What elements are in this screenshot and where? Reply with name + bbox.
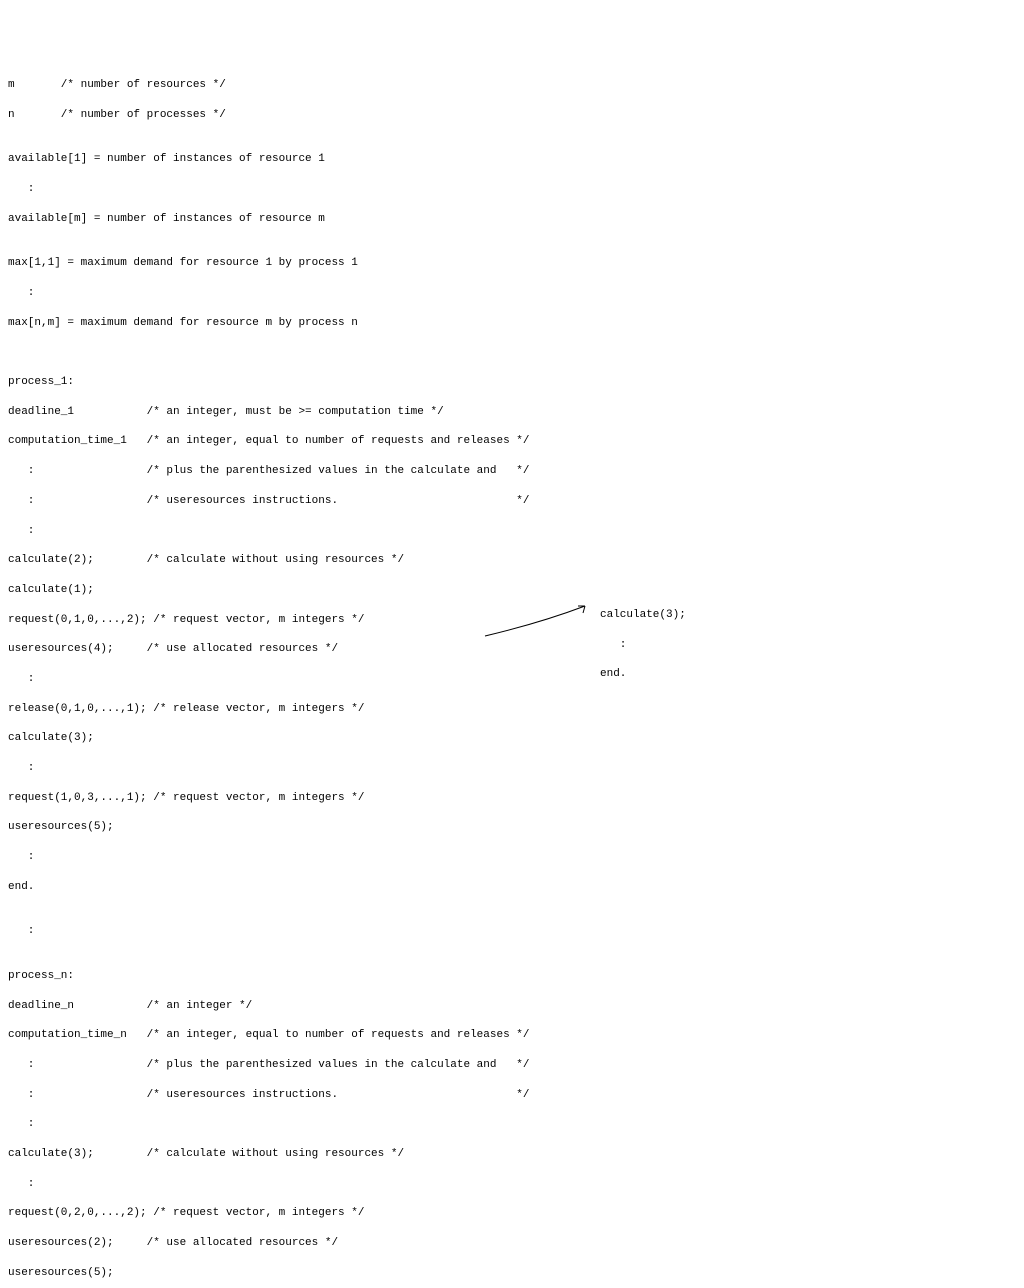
code-line: : /* useresources instructions. */ (8, 494, 1016, 509)
code-line: m /* number of resources */ (8, 78, 1016, 93)
code-line: end. (8, 880, 1016, 895)
code-line: : (8, 286, 1016, 301)
code-line: computation_time_1 /* an integer, equal … (8, 434, 1016, 449)
code-line: useresources(5); (8, 820, 1016, 835)
code-line: : (8, 672, 1016, 687)
code-line: available[m] = number of instances of re… (8, 212, 1016, 227)
code-line: : (8, 924, 1016, 939)
code-line: process_n: (8, 969, 1016, 984)
code-line: : /* plus the parenthesized values in th… (8, 464, 1016, 479)
code-line: : (8, 1117, 1016, 1132)
code-line: : (8, 182, 1016, 197)
code-line: : (8, 850, 1016, 865)
code-line: calculate(1); (8, 583, 1016, 598)
code-line: calculate(2); /* calculate without using… (8, 553, 1016, 568)
code-line: request(0,2,0,...,2); /* request vector,… (8, 1206, 1016, 1221)
code-line: max[n,m] = maximum demand for resource m… (8, 316, 1016, 331)
side-snippet: calculate(3); : end. (600, 593, 686, 697)
code-line: process_1: (8, 375, 1016, 390)
code-line: max[1,1] = maximum demand for resource 1… (8, 256, 1016, 271)
code-listing: m /* number of resources */ n /* number … (8, 63, 1016, 1288)
code-line: : /* plus the parenthesized values in th… (8, 1058, 1016, 1073)
code-line: n /* number of processes */ (8, 108, 1016, 123)
side-line: : (600, 638, 686, 653)
code-line: useresources(4); /* use allocated resour… (8, 642, 1016, 657)
code-line: available[1] = number of instances of re… (8, 152, 1016, 167)
code-line: : (8, 524, 1016, 539)
code-line: : (8, 761, 1016, 776)
side-line: end. (600, 667, 686, 682)
code-line: useresources(2); /* use allocated resour… (8, 1236, 1016, 1251)
code-line: request(1,0,3,...,1); /* request vector,… (8, 791, 1016, 806)
code-line: request(0,1,0,...,2); /* request vector,… (8, 613, 1016, 628)
code-line: : (8, 1177, 1016, 1192)
code-line: computation_time_n /* an integer, equal … (8, 1028, 1016, 1043)
code-line: calculate(3); (8, 731, 1016, 746)
side-line: calculate(3); (600, 608, 686, 623)
code-line: : /* useresources instructions. */ (8, 1088, 1016, 1103)
code-line: deadline_1 /* an integer, must be >= com… (8, 405, 1016, 420)
code-line: deadline_n /* an integer */ (8, 999, 1016, 1014)
code-line: useresources(5); (8, 1266, 1016, 1281)
code-line: calculate(3); /* calculate without using… (8, 1147, 1016, 1162)
code-line: release(0,1,0,...,1); /* release vector,… (8, 702, 1016, 717)
